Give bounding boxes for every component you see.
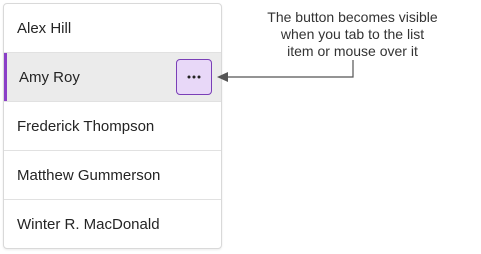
- arrow-head-icon: [217, 72, 228, 82]
- annotation-arrow: [217, 60, 354, 82]
